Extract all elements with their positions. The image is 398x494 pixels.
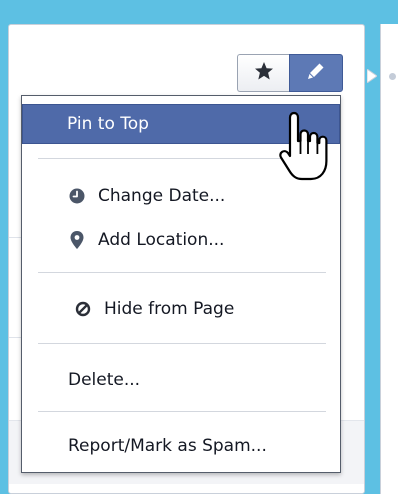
menu-item-add-location[interactable]: Add Location... bbox=[22, 220, 340, 260]
menu-separator bbox=[38, 272, 326, 273]
menu-separator bbox=[38, 411, 326, 412]
clock-icon bbox=[68, 187, 86, 205]
star-button[interactable] bbox=[237, 54, 289, 92]
menu-item-label: Hide from Page bbox=[104, 299, 235, 319]
hand-cursor-icon bbox=[279, 111, 328, 181]
menu-item-report-spam[interactable]: Report/Mark as Spam... bbox=[22, 426, 340, 466]
menu-item-label: Change Date... bbox=[98, 186, 226, 206]
menu-separator bbox=[38, 343, 326, 344]
menu-item-label: Pin to Top bbox=[67, 114, 149, 134]
location-pin-icon bbox=[68, 231, 86, 249]
post-actions bbox=[237, 54, 343, 92]
menu-item-hide-from-page[interactable]: Hide from Page bbox=[22, 289, 340, 329]
timeline-dot bbox=[389, 73, 396, 80]
menu-item-label: Add Location... bbox=[98, 230, 225, 250]
menu-item-delete[interactable]: Delete... bbox=[22, 360, 340, 400]
menu-item-label: Report/Mark as Spam... bbox=[68, 436, 267, 456]
menu-item-label: Delete... bbox=[68, 370, 141, 390]
pencil-icon bbox=[307, 62, 325, 84]
hide-icon bbox=[74, 300, 92, 318]
right-panel bbox=[380, 24, 398, 494]
panel-pointer bbox=[367, 69, 377, 83]
edit-button[interactable] bbox=[289, 54, 343, 92]
star-icon bbox=[254, 61, 274, 85]
